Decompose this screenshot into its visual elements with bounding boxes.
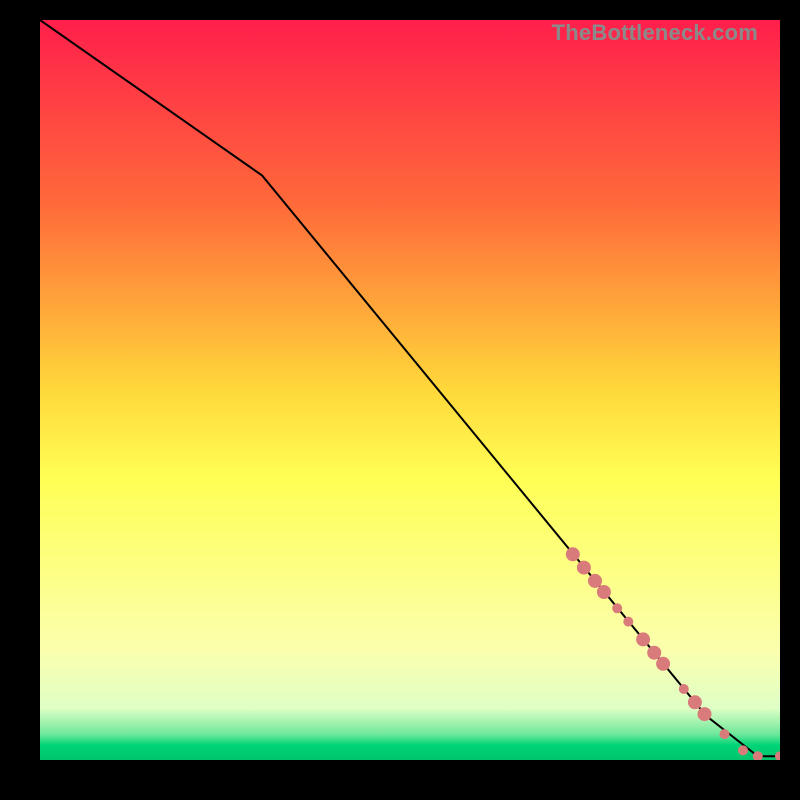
- highlight-point: [623, 617, 633, 627]
- highlight-point: [698, 707, 712, 721]
- highlight-points: [566, 547, 780, 760]
- highlight-point: [566, 547, 580, 561]
- highlight-point: [738, 745, 748, 755]
- highlight-point: [679, 684, 689, 694]
- chart-frame: TheBottleneck.com: [0, 0, 800, 800]
- highlight-point: [720, 729, 730, 739]
- highlight-point: [612, 603, 622, 613]
- highlight-point: [647, 646, 661, 660]
- highlight-point: [688, 695, 702, 709]
- highlight-point: [636, 632, 650, 646]
- highlight-point: [577, 561, 591, 575]
- chart-overlay: [40, 20, 780, 760]
- bottleneck-curve: [40, 20, 780, 756]
- highlight-point: [588, 574, 602, 588]
- highlight-point: [775, 751, 780, 760]
- highlight-point: [597, 585, 611, 599]
- plot-area: TheBottleneck.com: [40, 20, 780, 760]
- highlight-point: [656, 657, 670, 671]
